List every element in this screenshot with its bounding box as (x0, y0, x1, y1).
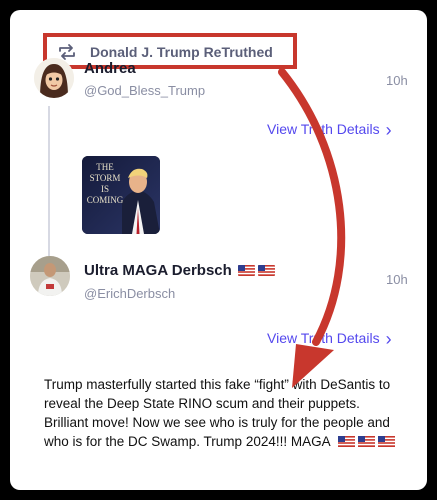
avatar-erich-photo (30, 256, 70, 296)
post-author-handle[interactable]: @ErichDerbsch (84, 286, 175, 301)
view-truth-details-link[interactable]: View Truth Details › (267, 329, 392, 350)
retruth-banner: Donald J. Trump ReTruthed (43, 33, 297, 69)
avatar-erich[interactable] (30, 256, 70, 296)
us-flag-icon (257, 265, 275, 276)
post-timestamp: 10h (386, 73, 408, 88)
us-flag-icon (357, 436, 375, 447)
us-flags (237, 265, 275, 276)
view-truth-details-label: View Truth Details (267, 330, 380, 346)
us-flag-icon (377, 436, 395, 447)
view-truth-details-label: View Truth Details (267, 121, 380, 137)
post-author-handle[interactable]: @God_Bless_Trump (84, 83, 205, 98)
view-truth-details-link[interactable]: View Truth Details › (267, 120, 392, 141)
retruth-label: Donald J. Trump ReTruthed (90, 44, 273, 60)
truth-social-feed: Donald J. Trump ReTruthed Andrea @God_Bl… (10, 10, 427, 490)
post-body-text: Trump masterfully started this fake “fig… (44, 375, 404, 451)
chevron-right-icon: › (385, 120, 392, 140)
thread-connector (48, 106, 50, 270)
avatar-andrea[interactable] (34, 58, 74, 98)
post-author-name[interactable]: Andrea (84, 60, 136, 77)
us-flag-icon (337, 436, 355, 447)
chevron-right-icon: › (385, 329, 392, 349)
post-author-name[interactable]: Ultra MAGA Derbsch (84, 262, 275, 279)
post-timestamp: 10h (386, 272, 408, 287)
post-author-name-label: Ultra MAGA Derbsch (84, 262, 232, 279)
image-caption: THE STORM IS COMING (86, 162, 124, 205)
avatar-andrea-illustration (34, 58, 74, 98)
us-flag-icon (237, 265, 255, 276)
us-flags (337, 436, 395, 447)
post-media-image[interactable]: THE STORM IS COMING (82, 156, 160, 234)
